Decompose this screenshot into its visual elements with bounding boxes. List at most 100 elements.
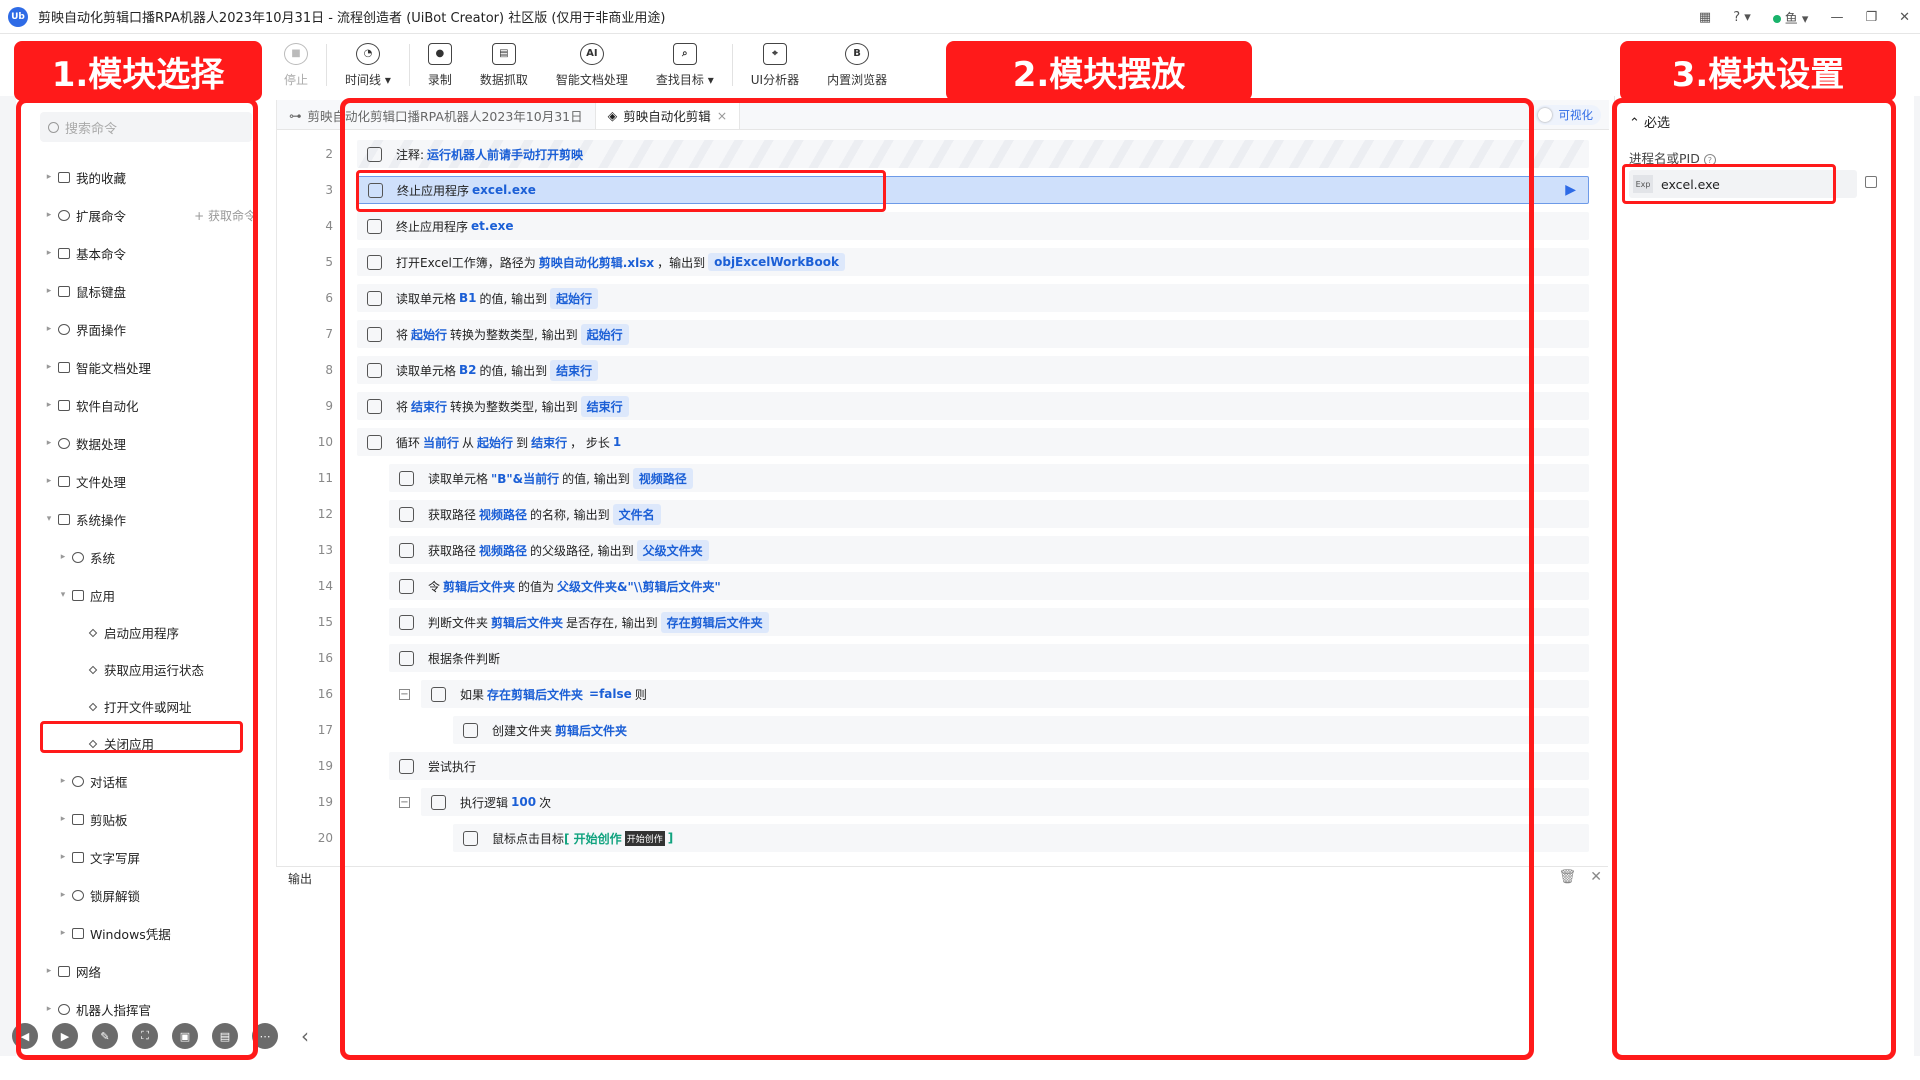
flow-block[interactable]: 读取单元格 B2 的值, 输出到 结束行 — [357, 356, 1589, 384]
flow-block[interactable]: 读取单元格 "B"&当前行 的值, 输出到 视频路径 — [389, 464, 1589, 492]
flow-block[interactable]: 令 剪辑后文件夹 的值为 父级文件夹&"\\剪辑后文件夹" — [389, 572, 1589, 600]
flow-block[interactable]: 循环 当前行 从 起始行 到 结束行 ， 步长 1 — [357, 428, 1589, 456]
flow-block[interactable]: 获取路径 视频路径 的父级路径, 输出到 父级文件夹 — [389, 536, 1589, 564]
help-icon[interactable]: ? — [1703, 154, 1716, 166]
screenshot-icon[interactable]: ⛶ — [132, 1023, 158, 1049]
timeline-button[interactable]: ◔ 时间线 ▾ — [345, 42, 391, 88]
output-variable[interactable]: 结束行 — [550, 359, 599, 381]
pencil-icon[interactable]: ✎ — [92, 1023, 118, 1049]
chevron-right-icon[interactable]: ▸ — [58, 890, 68, 900]
flow-block[interactable]: 根据条件判断 — [389, 644, 1589, 672]
close-icon[interactable]: ✕ — [1590, 869, 1602, 885]
video-icon[interactable]: ▣ — [172, 1023, 198, 1049]
tree-item[interactable]: ▸ 剪贴板 — [16, 800, 278, 838]
find-target-button[interactable]: ⌕ 查找目标 ▾ — [656, 42, 714, 88]
tree-item[interactable]: 打开文件或网址 — [16, 688, 278, 725]
tree-item[interactable]: ▸ 鼠标键盘 — [16, 272, 278, 310]
flow-block-row[interactable]: 16 根据条件判断 — [277, 640, 1599, 676]
flow-block-row[interactable]: 5 打开Excel工作簿，路径为 剪映自动化剪辑.xlsx ，输出到 objExce… — [277, 244, 1599, 280]
flow-block[interactable]: 读取单元格 B1 的值, 输出到 起始行 — [357, 284, 1589, 312]
parameter-value[interactable]: 结束行 — [531, 434, 567, 451]
flow-block[interactable]: 将 起始行 转换为整数类型, 输出到 起始行 — [357, 320, 1589, 348]
output-variable[interactable]: 视频路径 — [632, 467, 693, 489]
tree-item[interactable]: ▾ 应用 — [16, 576, 278, 614]
flow-block-row[interactable]: 3 终止应用程序 excel.exe ▶ — [277, 172, 1599, 208]
parameter-value[interactable]: excel.exe — [472, 183, 536, 197]
chevron-right-icon[interactable]: ▸ — [44, 1004, 54, 1014]
tree-item[interactable]: 关闭应用 — [16, 725, 278, 762]
parameter-value[interactable]: "B"&当前行 — [491, 470, 559, 487]
tree-item[interactable]: ▸ Windows凭据 — [16, 914, 278, 952]
visual-toggle[interactable]: 可视化 — [1534, 105, 1601, 125]
stop-button[interactable]: ■ 停止 — [284, 42, 308, 88]
flow-block-row[interactable]: 6 读取单元格 B1 的值, 输出到 起始行 — [277, 280, 1599, 316]
help-icon[interactable]: ? ▾ — [1733, 10, 1751, 25]
flow-block[interactable]: 鼠标点击目标 [ 开始创作 开始创作 ] — [453, 824, 1589, 852]
tab-main-flow[interactable]: ⊶ 剪映自动化剪辑口播RPA机器人2023年10月31日 — [277, 101, 595, 129]
flow-block-row[interactable]: 19 执行逻辑 100 次 − — [277, 784, 1599, 820]
chevron-right-icon[interactable]: ▸ — [44, 438, 54, 448]
parameter-value[interactable]: 运行机器人前请手动打开剪映 — [427, 146, 583, 163]
tree-item[interactable]: ▸ 我的收藏 — [16, 158, 278, 196]
parameter-value[interactable]: 剪映自动化剪辑.xlsx — [539, 254, 654, 271]
flow-block-row[interactable]: 17 创建文件夹 剪辑后文件夹 — [277, 712, 1599, 748]
output-variable[interactable]: 起始行 — [580, 323, 629, 345]
collapse-icon[interactable]: − — [399, 688, 410, 700]
tree-item[interactable]: ▸ 文件处理 — [16, 462, 278, 500]
tree-item[interactable]: ▸ 数据处理 — [16, 424, 278, 462]
output-variable[interactable]: 父级文件夹 — [636, 539, 709, 561]
parameter-value[interactable]: 当前行 — [423, 434, 459, 451]
more-icon[interactable]: ⋯ — [252, 1023, 278, 1049]
tree-item[interactable]: ▸ 系统 — [16, 538, 278, 576]
user-menu[interactable]: 鱼 ▾ — [1772, 8, 1808, 27]
chevron-right-icon[interactable]: ▸ — [44, 324, 54, 334]
ui-analyzer-button[interactable]: ⌖ UI分析器 — [751, 42, 799, 88]
flow-block[interactable]: 终止应用程序 excel.exe ▶ — [357, 176, 1589, 204]
output-variable[interactable]: 起始行 — [550, 287, 599, 309]
output-variable[interactable]: objExcelWorkBook — [708, 253, 845, 271]
parameter-value[interactable]: et.exe — [471, 219, 513, 233]
run-block-icon[interactable]: ▶ — [1565, 182, 1576, 198]
flow-block[interactable]: 执行逻辑 100 次 — [421, 788, 1589, 816]
chevron-right-icon[interactable]: ▸ — [44, 362, 54, 372]
tree-item[interactable]: ▸ 扩展命令 + 获取命令 — [16, 196, 278, 234]
chevron-right-icon[interactable]: ▸ — [44, 286, 54, 296]
parameter-value[interactable]: 父级文件夹&"\\剪辑后文件夹" — [557, 578, 721, 595]
play-icon[interactable]: ▶ — [52, 1023, 78, 1049]
tree-item[interactable]: 启动应用程序 — [16, 614, 278, 651]
trash-icon[interactable]: 🗑 — [1558, 869, 1576, 885]
flow-block[interactable]: 尝试执行 — [389, 752, 1589, 780]
flow-block-row[interactable]: 13 获取路径 视频路径 的父级路径, 输出到 父级文件夹 — [277, 532, 1599, 568]
collapse-arrow-icon[interactable]: ‹ — [292, 1023, 318, 1049]
flow-block-row[interactable]: 19 尝试执行 — [277, 748, 1599, 784]
chevron-right-icon[interactable]: ▸ — [58, 814, 68, 824]
tab-jianying-edit[interactable]: ◈ 剪映自动化剪辑 × — [594, 101, 741, 129]
flow-block-row[interactable]: 16 如果 存在剪辑后文件夹 =false 则 − — [277, 676, 1599, 712]
parameter-value[interactable]: 剪辑后文件夹 — [555, 722, 627, 739]
chevron-right-icon[interactable]: ▸ — [58, 852, 68, 862]
chevron-right-icon[interactable]: ▸ — [44, 248, 54, 258]
chevron-right-icon[interactable]: ▸ — [58, 552, 68, 562]
parameter-value[interactable]: B1 — [459, 291, 477, 305]
tree-item[interactable]: ▸ 锁屏解锁 — [16, 876, 278, 914]
parameter-value[interactable]: 剪辑后文件夹 — [491, 614, 563, 631]
output-variable[interactable]: 结束行 — [580, 395, 629, 417]
tree-item[interactable]: ▸ 文字写屏 — [16, 838, 278, 876]
close-button[interactable]: ✕ — [1899, 10, 1910, 25]
flow-block-row[interactable]: 8 读取单元格 B2 的值, 输出到 结束行 — [277, 352, 1599, 388]
chevron-down-icon[interactable]: ▾ — [44, 514, 54, 524]
flow-block-row[interactable]: 7 将 起始行 转换为整数类型, 输出到 起始行 — [277, 316, 1599, 352]
required-section-header[interactable]: ⌃ 必选 — [1629, 112, 1670, 131]
expression-badge[interactable]: Exp — [1633, 175, 1653, 193]
ai-doc-button[interactable]: AI 智能文档处理 — [556, 42, 628, 88]
record-button[interactable]: ● 录制 — [427, 42, 452, 88]
flow-block-row[interactable]: 4 终止应用程序 et.exe — [277, 208, 1599, 244]
tree-item[interactable]: ▸ 软件自动化 — [16, 386, 278, 424]
parameter-value[interactable]: =false — [589, 687, 632, 701]
chevron-down-icon[interactable]: ▾ — [58, 590, 68, 600]
process-name-field[interactable]: Exp excel.exe — [1629, 170, 1857, 198]
flow-block-row[interactable]: 9 将 结束行 转换为整数类型, 输出到 结束行 — [277, 388, 1599, 424]
flow-block[interactable]: 终止应用程序 et.exe — [357, 212, 1589, 240]
flow-block[interactable]: 注释: 运行机器人前请手动打开剪映 — [357, 140, 1589, 168]
parameter-value[interactable]: 视频路径 — [479, 542, 527, 559]
